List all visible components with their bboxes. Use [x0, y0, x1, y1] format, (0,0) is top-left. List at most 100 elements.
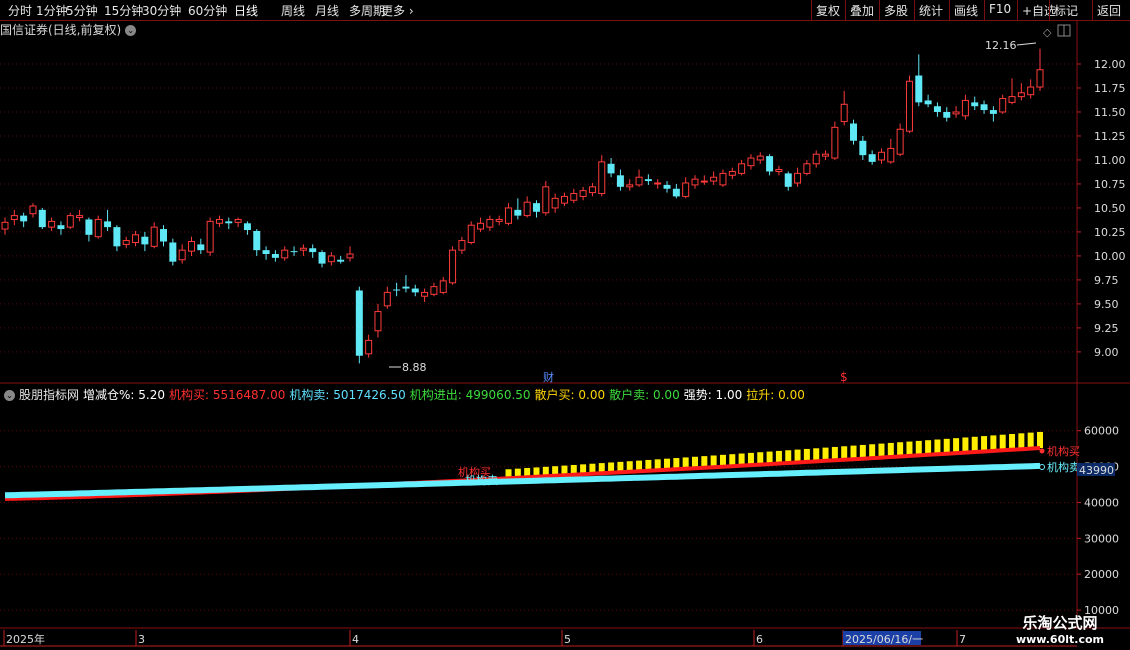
price-tick-10: 9.50: [1094, 298, 1119, 311]
candle-body-66: [616, 175, 624, 187]
candle-body-90: [840, 103, 848, 123]
indicator-menu-chevron-icon[interactable]: ⌄: [4, 390, 15, 401]
toolbar-tab-6[interactable]: 日线: [234, 2, 258, 19]
retail-buy-bar-107: [999, 434, 1006, 451]
toolbar-action-7[interactable]: 标记: [1054, 2, 1078, 19]
indicator-tick-0: 60000: [1084, 425, 1119, 438]
toolbar-tab-10[interactable]: 更多 ›: [381, 2, 414, 19]
candlestick-series: [1, 48, 1044, 364]
candle-body-31: [290, 251, 298, 253]
candle-body-43: [402, 286, 410, 289]
toolbar-action-2[interactable]: 多股: [884, 2, 908, 19]
candle-body-40: [374, 311, 382, 332]
toolbar-tab-5[interactable]: 60分钟: [188, 2, 227, 19]
toolbar-tab-4[interactable]: 30分钟: [142, 2, 181, 19]
candle-body-102: [952, 111, 960, 115]
candle-body-76: [710, 176, 718, 182]
candle-body-68: [635, 176, 643, 186]
candle-body-61: [570, 193, 578, 201]
price-tick-8: 10.00: [1094, 250, 1126, 263]
indicator-tick-2: 40000: [1084, 496, 1119, 509]
retail-buy-bar-103: [962, 437, 969, 453]
candle-body-99: [924, 100, 932, 105]
current-indicator-value: 43990: [1079, 464, 1114, 477]
date-label-4: 6: [756, 633, 763, 646]
watermark-url: www.60lt.com: [1015, 633, 1104, 646]
candle-body-8: [76, 215, 84, 219]
candle-body-79: [738, 163, 746, 174]
svg-text:◇: ◇: [1043, 26, 1052, 39]
toolbar-action-6[interactable]: +自选: [1022, 2, 1056, 19]
candle-body-37: [346, 253, 354, 259]
candle-body-71: [663, 184, 671, 189]
indicator-field-4: 散户买: 0.00: [534, 388, 606, 402]
candle-body-95: [887, 147, 895, 163]
date-label-1: 3: [138, 633, 145, 646]
indicator-field-2: 机构卖: 5017426.50: [289, 388, 406, 402]
candle-body-42: [393, 289, 401, 291]
candle-body-26: [243, 223, 251, 231]
toolbar-tab-7[interactable]: 周线: [281, 2, 305, 19]
candle-body-5: [48, 220, 56, 228]
title-menu-chevron-icon[interactable]: ⌄: [125, 25, 137, 36]
toolbar-action-3[interactable]: 统计: [919, 2, 943, 19]
candle-body-85: [794, 172, 802, 184]
retail-buy-bar-108: [1009, 434, 1016, 450]
toolbar-tab-9[interactable]: 多周期: [349, 2, 385, 19]
toolbar-action-1[interactable]: 叠加: [850, 2, 874, 19]
candle-body-27: [253, 230, 261, 251]
candle-body-103: [961, 99, 969, 117]
price-tick-5: 10.75: [1094, 178, 1126, 191]
candle-body-82: [766, 156, 774, 172]
retail-buy-bar-101: [943, 438, 950, 454]
toolbar-tab-1[interactable]: 1分钟: [36, 2, 68, 19]
date-label-3: 5: [564, 633, 571, 646]
candle-body-78: [728, 170, 736, 176]
watermark-logo: 乐淘公式网 www.60lt.com: [1016, 612, 1104, 646]
candle-body-62: [579, 190, 587, 197]
candle-body-105: [980, 104, 988, 111]
watermark-title: 乐淘公式网: [1022, 614, 1098, 632]
toolbar-tab-2[interactable]: 5分钟: [66, 2, 98, 19]
candle-body-53: [495, 218, 503, 222]
toolbar-action-0[interactable]: 复权: [816, 2, 840, 19]
candle-body-60: [560, 195, 568, 204]
retail-buy-bar-97: [906, 441, 913, 456]
toolbar-action-5[interactable]: F10: [989, 2, 1011, 16]
price-tick-2: 11.50: [1094, 106, 1126, 119]
candle-body-17: [160, 229, 168, 242]
retail-buy-bar-100: [934, 439, 941, 455]
retail-buy-bar-99: [925, 440, 932, 455]
toolbar-action-4[interactable]: 画线: [954, 2, 978, 19]
candle-body-52: [486, 218, 494, 228]
indicator-field-0: 增减仓%: 5.20: [83, 388, 165, 402]
stock-title: 国信证券(日线,前复权): [0, 23, 122, 37]
candle-body-108: [1008, 96, 1016, 103]
candle-body-58: [542, 186, 550, 214]
toolbar-tab-8[interactable]: 月线: [315, 2, 339, 19]
candle-body-13: [122, 240, 130, 245]
candle-body-15: [141, 236, 149, 245]
candle-body-110: [1027, 86, 1035, 96]
indicator-header: ⌄ 股朋指标网 增减仓%: 5.20 机构买: 5516487.00 机构卖: 5017…: [0, 386, 809, 402]
toolbar-tab-3[interactable]: 15分钟: [104, 2, 143, 19]
price-axis: 12.00 11.75 11.50 11.25 11.00 10.75 10.50 10.25…: [1077, 58, 1126, 359]
candle-body-55: [514, 209, 522, 216]
indicator-field-5: 散户卖: 0.00: [609, 388, 680, 402]
financial-report-marker[interactable]: 财: [543, 370, 554, 384]
candle-body-80: [747, 157, 755, 167]
indicator-field-7: 拉升: 0.00: [746, 388, 805, 402]
toolbar-action-8[interactable]: 返回: [1097, 2, 1121, 19]
candle-body-69: [644, 179, 652, 182]
toolbar-tab-0[interactable]: 分时: [8, 2, 32, 19]
candle-body-3: [29, 205, 37, 215]
candle-body-65: [607, 163, 615, 174]
candle-body-1: [10, 215, 18, 220]
candle-body-46: [430, 286, 438, 295]
indicator-name: 股朋指标网: [19, 388, 80, 402]
candle-body-44: [411, 288, 419, 293]
candle-body-97: [905, 80, 913, 132]
dividend-marker[interactable]: $: [840, 370, 848, 384]
candle-body-7: [66, 215, 74, 228]
candle-body-47: [439, 280, 447, 293]
